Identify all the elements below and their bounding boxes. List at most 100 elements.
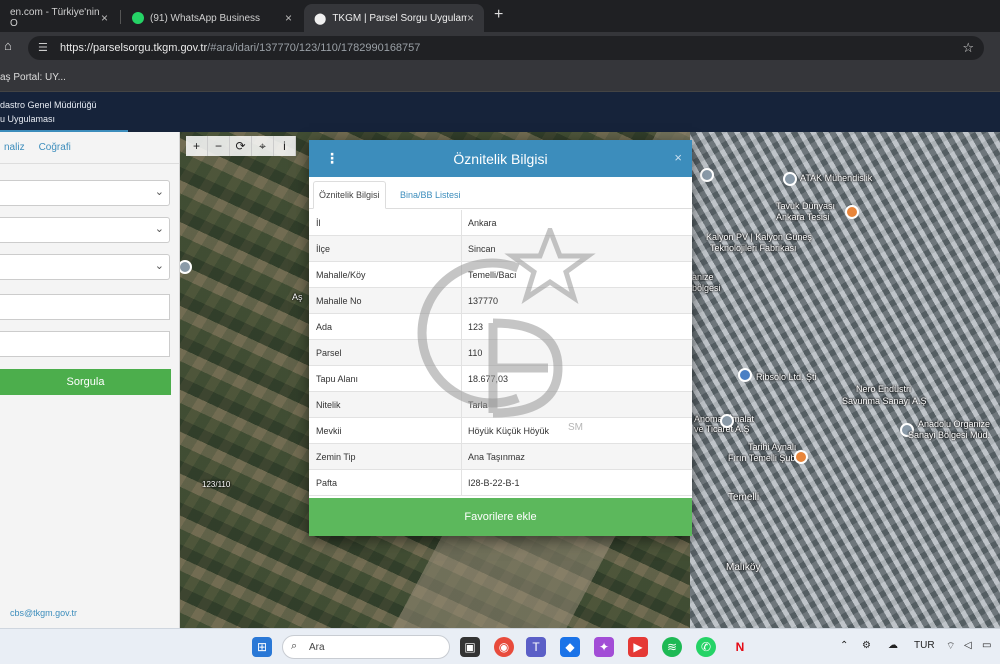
table-row: Parsel 110 (309, 340, 692, 366)
sidebar: naliz Coğrafi ⌄ ⌄ ⌄ Sorgula cbs@tkgm.gov… (0, 132, 180, 628)
map-label: Tavuk Dünyası (776, 201, 836, 211)
map-pin-icon[interactable] (783, 172, 797, 186)
search-placeholder: Ara (309, 641, 325, 653)
bookmark-item[interactable]: aş Portal: UY... (0, 72, 66, 83)
task-view-icon[interactable]: ▣ (460, 637, 480, 657)
map-label: Malıköy (726, 562, 761, 573)
new-tab-button[interactable]: + (494, 6, 503, 24)
row-key: Tapu Alanı (309, 366, 462, 391)
row-value: 18.677,03 (468, 374, 509, 384)
mahalle-select[interactable]: ⌄ (0, 254, 170, 280)
menu-icon[interactable]: ⋮ (325, 150, 339, 167)
row-key: Mahalle No (309, 288, 462, 313)
zoom-out-button[interactable]: − (208, 136, 230, 156)
business-pin-icon[interactable] (738, 368, 752, 382)
tab-cografi[interactable]: Coğrafi (39, 142, 71, 153)
row-key: Parsel (309, 340, 462, 365)
volume-icon[interactable]: ◁ (964, 640, 972, 651)
row-value: Ankara (468, 218, 497, 228)
map-label: Aş (292, 292, 303, 302)
parsel-input[interactable] (0, 331, 170, 357)
map-label: anize (692, 272, 714, 282)
settings-icon[interactable]: ⚙ (862, 640, 871, 651)
map-label: Anadolu Organize (918, 419, 991, 429)
contact-email[interactable]: cbs@tkgm.gov.tr (10, 608, 77, 618)
home-icon[interactable]: ⌂ (4, 38, 12, 53)
map-pin-icon[interactable] (720, 414, 734, 428)
chrome-icon[interactable]: ◉ (494, 637, 514, 657)
row-value: 123 (468, 322, 484, 332)
store-icon[interactable]: ◆ (560, 637, 580, 657)
browser-tab-turkiye[interactable]: en.com - Türkiye'nin O × (0, 4, 118, 32)
org-name: dastro Genel Müdürlüğü (0, 100, 97, 110)
wifi-icon[interactable]: ⌔ (946, 640, 955, 653)
battery-icon[interactable]: ▭ (982, 640, 991, 651)
row-value: Höyük Küçük Höyük (468, 426, 550, 436)
language-indicator[interactable]: TUR (914, 640, 935, 651)
row-key: Mevkii (309, 418, 462, 443)
sorgula-button[interactable]: Sorgula (0, 369, 171, 395)
whatsapp-icon[interactable]: ✆ (696, 637, 716, 657)
table-row: Mahalle/Köy Temelli/Bacı (309, 262, 692, 288)
cloud-icon[interactable]: ☁ (888, 640, 898, 651)
netflix-icon[interactable]: N (730, 637, 750, 657)
tab-label: (91) WhatsApp Business (150, 12, 261, 24)
location-pin-icon: ⬤ (314, 12, 327, 25)
tab-building-list[interactable]: Bina/BB Listesi (395, 181, 466, 209)
map-label: Teknolojileri Fabrikası (710, 243, 797, 253)
close-icon[interactable]: × (674, 150, 682, 165)
tab-attribute-info[interactable]: Öznitelik Bilgisi (313, 181, 386, 209)
close-icon[interactable]: × (285, 11, 292, 25)
map-label: Sanayi Bölgesi Müd. (908, 430, 991, 440)
table-row: Ada 123 (309, 314, 692, 340)
parcel-label: 123/110 (202, 480, 231, 489)
table-row: Pafta I28-B-22-B-1 (309, 470, 692, 496)
tab-analiz[interactable]: naliz (4, 142, 25, 153)
chevron-down-icon: ⌄ (154, 186, 164, 198)
restaurant-pin-icon[interactable] (845, 205, 859, 219)
spotify-icon[interactable]: ≋ (662, 637, 682, 657)
il-select[interactable]: ⌄ (0, 180, 170, 206)
attribute-table: İl Ankara İlçe Sincan Mahalle/Köy Temelli/B… (309, 210, 692, 496)
bookmark-star-icon[interactable]: ☆ (962, 40, 974, 56)
zoom-in-button[interactable]: + (186, 136, 208, 156)
teams-icon[interactable]: T (526, 637, 546, 657)
restaurant-pin-icon[interactable] (794, 450, 808, 464)
map-label: Kalyon PV | Kalyon Güneş (706, 232, 812, 242)
browser-tab-whatsapp[interactable]: (91) WhatsApp Business × (122, 4, 302, 32)
modal-title: Öznitelik Bilgisi (453, 150, 548, 167)
map-label: Fırın Temelli Şube (728, 453, 801, 463)
browser-tab-tkgm[interactable]: ⬤ TKGM | Parsel Sorgu Uygulama × (304, 4, 484, 32)
taskbar-search[interactable]: ⌕ Ara (282, 635, 450, 659)
row-key: Zemin Tip (309, 444, 462, 469)
attribute-info-modal: ⋮ Öznitelik Bilgisi × Öznitelik Bilgisi … (309, 140, 692, 536)
map-label: bölgesi (692, 283, 721, 293)
table-row: Mahalle No 137770 (309, 288, 692, 314)
table-row: Zemin Tip Ana Taşınmaz (309, 444, 692, 470)
map-label: Temelli (728, 492, 760, 503)
address-bar[interactable]: ☰ https://parselsorgu.tkgm.gov.tr /#ara/… (28, 36, 984, 60)
youtube-icon[interactable]: ▶ (628, 637, 648, 657)
refresh-button[interactable]: ⟳ (230, 136, 252, 156)
windows-start-icon[interactable]: ⊞ (252, 637, 272, 657)
map-pin-icon[interactable] (700, 168, 714, 182)
whatsapp-icon (132, 12, 144, 24)
info-button[interactable]: i (274, 136, 296, 156)
close-icon[interactable]: × (101, 11, 108, 25)
locate-button[interactable]: ⌖ (252, 136, 274, 156)
ada-input[interactable] (0, 294, 170, 320)
copilot-icon[interactable]: ✦ (594, 637, 614, 657)
row-key: İl (309, 210, 462, 235)
close-icon[interactable]: × (467, 11, 474, 25)
map-label: Savunma Sanayi A.Ş (842, 396, 927, 406)
modal-header: ⋮ Öznitelik Bilgisi × (309, 140, 692, 177)
chevron-down-icon: ⌄ (154, 223, 164, 235)
map-toolbar: + − ⟳ ⌖ i (186, 136, 296, 156)
chevron-up-icon[interactable]: ⌃ (840, 640, 848, 651)
ilce-select[interactable]: ⌄ (0, 217, 170, 243)
app-header: dastro Genel Müdürlüğü u Uygulaması (0, 92, 1000, 132)
search-icon: ⌕ (291, 640, 298, 652)
site-settings-icon[interactable]: ☰ (38, 41, 48, 54)
map-pin-icon[interactable] (180, 260, 192, 274)
add-to-favorites-button[interactable]: Favorilere ekle (309, 498, 692, 536)
